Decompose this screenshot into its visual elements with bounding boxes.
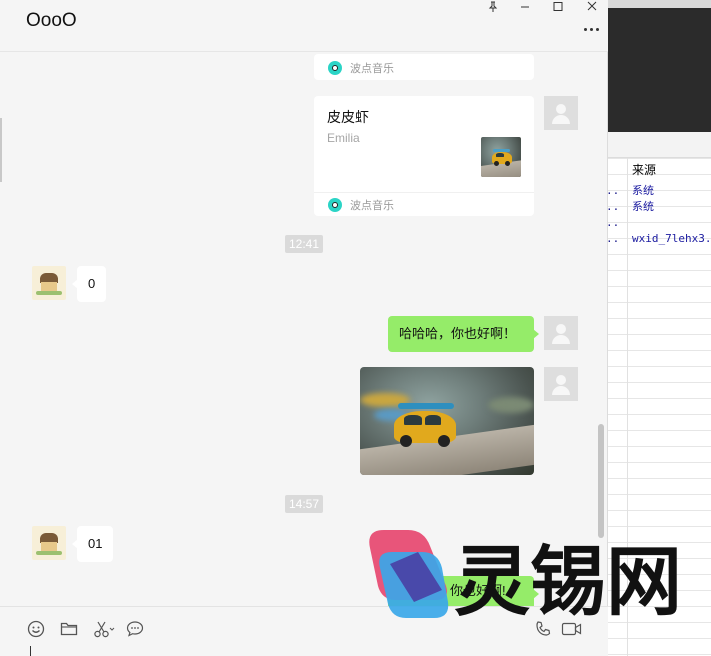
music-card[interactable]: 波点音乐 bbox=[314, 54, 534, 80]
sent-image[interactable] bbox=[360, 367, 534, 475]
background-table-row[interactable]: .. bbox=[603, 215, 711, 231]
received-message[interactable]: 01 bbox=[71, 526, 114, 562]
chat-titlebar: OooO bbox=[0, 0, 608, 52]
music-app-icon bbox=[328, 61, 342, 75]
song-artist: Emilia bbox=[327, 131, 360, 145]
avatar[interactable] bbox=[544, 96, 578, 130]
more-icon[interactable] bbox=[580, 20, 602, 38]
video-call-icon[interactable] bbox=[561, 619, 583, 639]
timestamp: 12:41 bbox=[285, 235, 324, 253]
avatar[interactable] bbox=[32, 266, 66, 300]
chat-history-icon[interactable] bbox=[125, 619, 145, 639]
music-card[interactable]: 皮皮虾 Emilia 波点音乐 bbox=[314, 96, 534, 216]
watermark-text: 灵锡网 bbox=[454, 537, 682, 620]
maximize-icon[interactable] bbox=[545, 0, 571, 14]
avatar[interactable] bbox=[544, 316, 578, 350]
screen: 来源 .. 系统 .. 系统 .. .. wxid_7lehx3... OooO bbox=[0, 0, 711, 656]
sent-message[interactable]: 哈哈哈，你也好啊！ bbox=[388, 316, 539, 352]
watermark-logo: 灵锡网 bbox=[362, 528, 682, 626]
background-dark-panel bbox=[603, 0, 711, 132]
chat-scrollbar[interactable] bbox=[598, 424, 604, 538]
minimize-icon[interactable] bbox=[512, 0, 538, 14]
timestamp: 14:57 bbox=[285, 495, 324, 513]
music-source-label: 波点音乐 bbox=[350, 63, 394, 75]
song-title: 皮皮虾 bbox=[327, 109, 369, 125]
folder-icon[interactable] bbox=[59, 619, 79, 639]
received-message[interactable]: 0 bbox=[71, 266, 107, 302]
background-table-row[interactable]: .. 系统 bbox=[603, 199, 711, 215]
background-toolbar-strip bbox=[603, 132, 711, 158]
background-table-row[interactable]: .. wxid_7lehx3... bbox=[603, 231, 711, 247]
text-input-caret[interactable] bbox=[30, 646, 31, 656]
chat-title: OooO bbox=[26, 10, 77, 31]
avatar[interactable] bbox=[544, 367, 578, 401]
music-app-icon bbox=[328, 197, 342, 212]
background-table-row[interactable]: .. 系统 bbox=[603, 183, 711, 199]
scissors-icon[interactable] bbox=[92, 619, 118, 639]
emoji-icon[interactable] bbox=[26, 619, 46, 639]
music-source-label: 波点音乐 bbox=[350, 199, 394, 212]
avatar[interactable] bbox=[32, 526, 66, 560]
column-header-source: 来源 bbox=[632, 163, 657, 177]
voice-call-icon[interactable] bbox=[533, 619, 553, 639]
close-icon[interactable] bbox=[579, 0, 605, 14]
pin-icon[interactable] bbox=[480, 0, 506, 14]
song-cover-thumbnail bbox=[481, 137, 521, 177]
background-table-header: 来源 bbox=[603, 162, 711, 178]
